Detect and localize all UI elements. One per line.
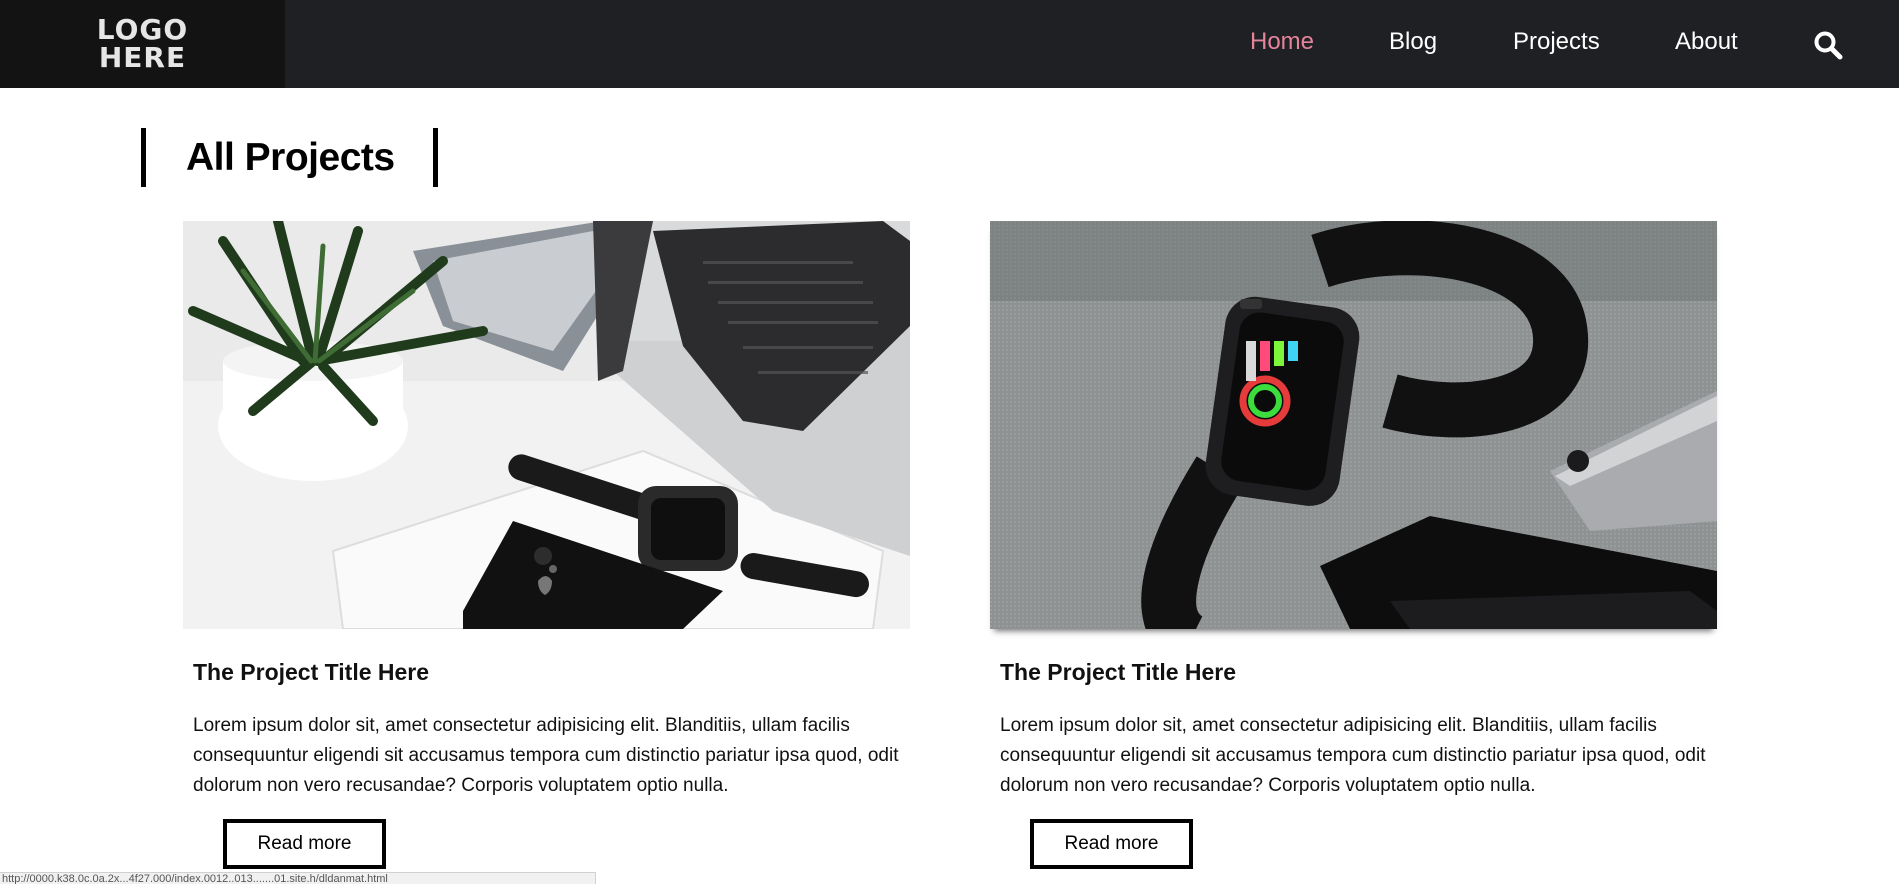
nav-item-home[interactable]: Home	[1250, 28, 1314, 56]
project-card: The Project Title Here Lorem ipsum dolor…	[183, 221, 910, 869]
search-icon[interactable]	[1813, 30, 1843, 60]
page-title-frame: All Projects	[141, 128, 438, 187]
project-card: The Project Title Here Lorem ipsum dolor…	[990, 221, 1717, 869]
read-more-button[interactable]: Read more	[1030, 819, 1193, 869]
nav-item-blog[interactable]: Blog	[1389, 28, 1437, 56]
logo-line-2: HERE	[98, 41, 187, 74]
project-title: The Project Title Here	[1000, 659, 1237, 685]
nav-item-projects[interactable]: Projects	[1513, 28, 1600, 56]
project-image-desk[interactable]	[183, 221, 910, 629]
project-title: The Project Title Here	[193, 659, 430, 685]
top-navbar: LOGO HERE Home Blog Projects About	[0, 0, 1899, 88]
nav-item-about[interactable]: About	[1675, 28, 1738, 56]
project-image-watch[interactable]	[990, 221, 1717, 629]
page-title: All Projects	[186, 135, 395, 179]
browser-status-url: http://0000.k38.0c.0a.2x...4f27.000/inde…	[0, 872, 596, 884]
logo[interactable]: LOGO HERE	[0, 0, 285, 88]
logo-line-1: LOGO	[96, 13, 189, 46]
project-description: Lorem ipsum dolor sit, amet consectetur …	[1000, 715, 1706, 796]
project-description: Lorem ipsum dolor sit, amet consectetur …	[193, 715, 899, 796]
read-more-button[interactable]: Read more	[223, 819, 386, 869]
